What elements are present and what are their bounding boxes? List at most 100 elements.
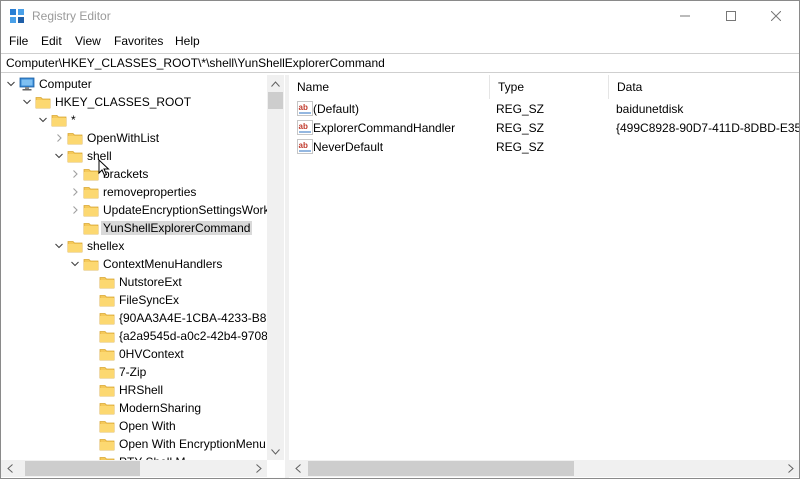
tree-vertical-scroll-thumb[interactable] <box>268 92 283 109</box>
tree-node[interactable]: {90AA3A4E-1CBA-4233-B8BB <box>1 309 282 327</box>
tree-node-label: shellex <box>87 239 125 253</box>
chevron-right-icon <box>255 464 262 473</box>
list-item[interactable]: ab (Default) REG_SZ baidunetdisk <box>289 99 799 118</box>
tree-node-label: HKEY_CLASSES_ROOT <box>55 95 192 109</box>
folder-icon <box>99 364 115 380</box>
menu-help[interactable]: Help <box>175 34 200 48</box>
folder-icon <box>99 328 115 344</box>
tree-node-label: ModernSharing <box>119 401 202 415</box>
chevron-down-icon[interactable] <box>53 240 65 252</box>
list-item[interactable]: ab ExplorerCommandHandler REG_SZ {499C8928-… <box>289 118 799 137</box>
folder-icon <box>67 238 83 254</box>
chevron-down-icon[interactable] <box>69 258 81 270</box>
folder-icon <box>83 220 99 236</box>
tree-node[interactable]: shell <box>1 147 267 165</box>
column-header-data[interactable]: Data <box>609 75 799 99</box>
tree-horizontal-scrollbar[interactable] <box>1 460 267 477</box>
tree-node-label: Open With EncryptionMenu <box>119 437 266 451</box>
svg-text:ab: ab <box>299 122 308 131</box>
address-bar[interactable]: Computer\HKEY_CLASSES_ROOT\*\shell\YunSh… <box>1 53 799 73</box>
folder-icon <box>67 148 83 164</box>
folder-icon <box>83 184 99 200</box>
tree-horizontal-scroll-thumb[interactable] <box>25 461 140 476</box>
window-title: Registry Editor <box>32 9 111 23</box>
folder-icon <box>99 346 115 362</box>
value-data: baidunetdisk <box>616 102 684 116</box>
chevron-right-icon[interactable] <box>53 132 65 144</box>
list-horizontal-scrollbar[interactable] <box>289 460 799 477</box>
folder-icon <box>83 166 99 182</box>
close-button[interactable] <box>753 1 799 31</box>
menu-view[interactable]: View <box>75 34 101 48</box>
folder-icon <box>83 256 99 272</box>
tree-node[interactable]: 7-Zip <box>1 363 267 381</box>
column-header-label: Type <box>498 80 525 94</box>
tree-node-label: HRShell <box>119 383 164 397</box>
minimize-button[interactable] <box>662 1 708 31</box>
chevron-down-icon[interactable] <box>5 78 17 90</box>
tree-node[interactable]: FileSyncEx <box>1 291 267 309</box>
menu-favorites[interactable]: Favorites <box>114 34 163 48</box>
tree-node[interactable]: removeproperties <box>1 183 267 201</box>
value-name: ExplorerCommandHandler <box>313 121 456 135</box>
minimize-icon <box>680 15 690 17</box>
tree-node[interactable]: ContextMenuHandlers <box>1 255 267 273</box>
value-type: REG_SZ <box>496 102 545 116</box>
chevron-down-icon[interactable] <box>53 150 65 162</box>
tree-node[interactable]: Open With EncryptionMenu <box>1 435 267 453</box>
tree-node[interactable]: ModernSharing <box>1 399 267 417</box>
scroll-left-button[interactable] <box>289 460 306 477</box>
registry-editor-window: Registry Editor File Edit View Favorites… <box>0 0 800 479</box>
tree-node[interactable]: 0HVContext <box>1 345 267 363</box>
folder-icon <box>51 112 67 128</box>
chevron-down-icon[interactable] <box>21 96 33 108</box>
tree-node[interactable]: NutstoreExt <box>1 273 267 291</box>
close-icon <box>771 11 781 21</box>
list-item[interactable]: ab NeverDefault REG_SZ <box>289 137 799 156</box>
tree-node-label: {a2a9545d-a0c2-42b4-9708-a <box>119 329 279 343</box>
tree-node[interactable]: HKEY_CLASSES_ROOT <box>1 93 267 111</box>
folder-icon <box>35 94 51 110</box>
string-value-icon: ab <box>297 139 313 154</box>
folder-icon <box>99 418 115 434</box>
tree-node-label: * <box>71 113 76 127</box>
chevron-right-icon[interactable] <box>69 186 81 198</box>
list-horizontal-scroll-thumb[interactable] <box>308 461 574 476</box>
maximize-button[interactable] <box>708 1 754 31</box>
tree-node[interactable]: Open With <box>1 417 267 435</box>
tree-node[interactable]: HRShell <box>1 381 267 399</box>
folder-icon <box>99 382 115 398</box>
tree-node[interactable]: YunShellExplorerCommand <box>1 219 267 237</box>
scroll-down-button[interactable] <box>267 443 284 460</box>
value-name: NeverDefault <box>313 140 384 154</box>
column-header-name[interactable]: Name <box>289 75 490 99</box>
tree-node-label: YunShellExplorerCommand <box>101 221 253 235</box>
column-header-type[interactable]: Type <box>490 75 609 99</box>
folder-icon <box>99 436 115 452</box>
tree-node[interactable]: shellex <box>1 237 267 255</box>
chevron-right-icon[interactable] <box>69 204 81 216</box>
tree-node[interactable]: * <box>1 111 267 129</box>
folder-icon <box>83 202 99 218</box>
chevron-down-icon[interactable] <box>37 114 49 126</box>
tree-node[interactable]: brackets <box>1 165 267 183</box>
mouse-cursor-icon <box>98 159 110 177</box>
chevron-down-icon <box>271 448 280 455</box>
title-bar[interactable]: Registry Editor <box>1 1 799 31</box>
menu-edit[interactable]: Edit <box>41 34 62 48</box>
scroll-left-button[interactable] <box>1 460 18 477</box>
scroll-right-button[interactable] <box>782 460 799 477</box>
tree-vertical-scrollbar[interactable] <box>267 75 284 460</box>
tree-node[interactable]: OpenWithList <box>1 129 267 147</box>
tree-node[interactable]: UpdateEncryptionSettingsWork <box>1 201 270 219</box>
tree-node[interactable]: Computer <box>1 75 267 93</box>
chevron-right-icon[interactable] <box>69 168 81 180</box>
tree-node[interactable]: {a2a9545d-a0c2-42b4-9708-a <box>1 327 278 345</box>
computer-icon <box>19 76 35 92</box>
tree-node-label: Open With <box>119 419 176 433</box>
menu-bar: File Edit View Favorites Help <box>1 31 799 52</box>
tree-node-label: 0HVContext <box>119 347 184 361</box>
scroll-right-button[interactable] <box>250 460 267 477</box>
menu-file[interactable]: File <box>9 34 28 48</box>
scroll-up-button[interactable] <box>267 75 284 92</box>
